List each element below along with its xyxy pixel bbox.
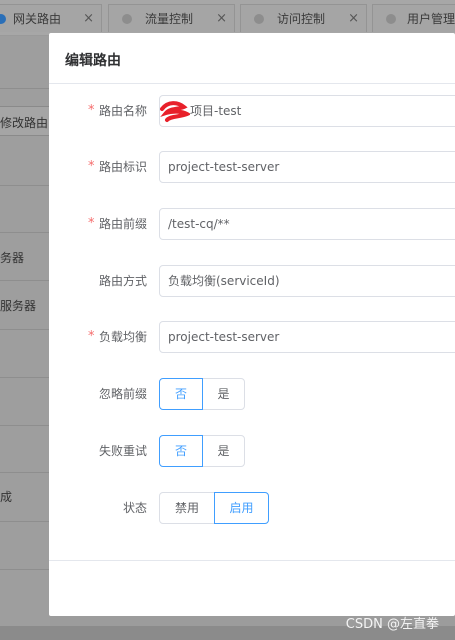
strip-prefix-label: 忽略前缀 xyxy=(98,387,147,401)
dot-icon xyxy=(254,14,264,24)
active-dot-icon xyxy=(0,14,6,24)
strip-prefix-no-button[interactable]: 否 xyxy=(159,378,203,410)
required-mark: * xyxy=(88,329,95,344)
retry-yes-button[interactable]: 是 xyxy=(202,435,245,467)
dot-icon xyxy=(386,14,396,24)
route-mode-label: 路由方式 xyxy=(98,274,147,288)
route-name-row: * 路由名称 项目-test xyxy=(49,95,455,127)
required-mark: * xyxy=(88,103,95,118)
tab-access-control[interactable]: 访问控制 × xyxy=(240,4,367,32)
tab-gateway-route[interactable]: 网关路由 × xyxy=(0,4,102,32)
background-text: 服务器 xyxy=(0,299,37,313)
tab-traffic-control[interactable]: 流量控制 × xyxy=(108,4,235,32)
required-mark: * xyxy=(88,216,95,231)
redaction-scribble xyxy=(160,101,190,122)
retry-row: 失败重试 否 是 xyxy=(49,435,455,467)
route-prefix-label: 路由前缀 xyxy=(98,217,147,231)
load-balance-label: 负载均衡 xyxy=(98,330,147,344)
divider xyxy=(0,569,50,570)
divider xyxy=(0,232,50,233)
dialog-title: 编辑路由 xyxy=(65,53,121,69)
tab-label: 网关路由 xyxy=(13,12,62,26)
dot-icon xyxy=(122,14,132,24)
status-disable-button[interactable]: 禁用 xyxy=(159,492,215,524)
route-prefix-row: * 路由前缀 /test-cq/** xyxy=(49,208,455,240)
tab-label: 用户管理 xyxy=(407,12,455,26)
strip-prefix-row: 忽略前缀 否 是 xyxy=(49,378,455,410)
load-balance-row: * 负载均衡 project-test-server xyxy=(49,321,455,353)
divider xyxy=(0,280,50,281)
close-icon[interactable]: × xyxy=(348,5,359,32)
status-enable-button[interactable]: 启用 xyxy=(214,492,269,524)
divider xyxy=(0,329,50,330)
watermark: CSDN @左直拳 xyxy=(345,617,439,632)
divider xyxy=(0,88,50,89)
tab-label: 访问控制 xyxy=(277,12,326,26)
close-icon[interactable]: × xyxy=(83,5,94,32)
route-mode-row: 路由方式 负载均衡(serviceId) xyxy=(49,265,455,297)
route-mode-select[interactable]: 负载均衡(serviceId) xyxy=(159,265,455,297)
divider xyxy=(0,521,50,522)
status-label: 状态 xyxy=(122,501,147,515)
status-row: 状态 禁用 启用 xyxy=(49,492,455,524)
divider xyxy=(0,377,50,378)
route-name-input[interactable]: 项目-test xyxy=(159,95,455,127)
load-balance-input[interactable]: project-test-server xyxy=(159,321,455,353)
edit-route-dialog: 编辑路由 * 路由名称 项目-test * 路由标识 project-test-… xyxy=(49,33,455,616)
dialog-footer-divider xyxy=(49,560,455,561)
route-id-row: * 路由标识 project-test-server xyxy=(49,151,455,183)
route-name-label: 路由名称 xyxy=(98,104,147,118)
route-prefix-input[interactable]: /test-cq/** xyxy=(159,208,455,240)
background-text: 务器 xyxy=(0,251,25,265)
close-icon[interactable]: × xyxy=(216,5,227,32)
required-mark: * xyxy=(88,159,95,174)
tab-label: 流量控制 xyxy=(145,12,194,26)
dialog-header-divider xyxy=(49,83,455,84)
route-id-label: 路由标识 xyxy=(98,160,147,174)
divider xyxy=(0,185,50,186)
tab-user-management[interactable]: 用户管理 xyxy=(372,4,455,32)
background-text: 成 xyxy=(0,490,13,504)
tab-bar: 网关路由 × 流量控制 × 访问控制 × 用户管理 xyxy=(0,0,455,36)
strip-prefix-yes-button[interactable]: 是 xyxy=(202,378,245,410)
route-id-input[interactable]: project-test-server xyxy=(159,151,455,183)
retry-label: 失败重试 xyxy=(98,444,147,458)
retry-no-button[interactable]: 否 xyxy=(159,435,203,467)
divider xyxy=(0,472,50,473)
divider xyxy=(0,425,50,426)
